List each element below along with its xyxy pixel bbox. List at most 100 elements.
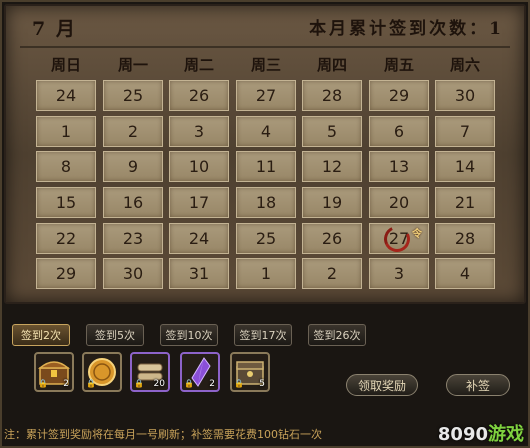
day-number: 19 xyxy=(321,193,343,212)
calendar-day-cell[interactable]: 28 xyxy=(435,223,495,254)
day-number: 23 xyxy=(122,229,144,248)
today-mark-icon xyxy=(380,222,414,256)
calendar-day-cell[interactable]: 4 xyxy=(435,258,495,289)
reward-row: 🔒 2 🔒 🔒 20 🔒 2 🔒 5 领取奖励 补签 xyxy=(0,352,530,412)
day-number: 15 xyxy=(55,193,77,212)
calendar-day-cell[interactable]: 25 xyxy=(103,80,163,111)
calendar-day-cell[interactable]: 2 xyxy=(103,116,163,147)
calendar-day-cell[interactable]: 9 xyxy=(103,151,163,182)
reward-tab[interactable]: 签到10次 xyxy=(160,324,218,346)
day-number: 30 xyxy=(122,264,144,283)
day-number: 25 xyxy=(122,86,144,105)
day-number: 17 xyxy=(188,193,210,212)
day-number: 18 xyxy=(255,193,277,212)
reward-tab[interactable]: 签到17次 xyxy=(234,324,292,346)
calendar-day-cell[interactable]: 7 xyxy=(435,116,495,147)
calendar-day-cell[interactable]: 8 xyxy=(36,151,96,182)
monthly-signin-total: 本月累计签到次数：1 xyxy=(309,19,504,39)
calendar-day-cell[interactable]: 15 xyxy=(36,187,96,218)
calendar-day-cell[interactable]: 27 令 xyxy=(369,222,429,256)
day-number: 4 xyxy=(459,264,471,283)
bound-lock-icon: 🔒 xyxy=(184,379,194,388)
day-number: 5 xyxy=(326,122,338,141)
calendar-day-cell[interactable]: 6 xyxy=(369,116,429,147)
reward-tab[interactable]: 签到2次 xyxy=(12,324,70,346)
day-number: 29 xyxy=(388,86,410,105)
day-number: 20 xyxy=(388,193,410,212)
weekday-label: 周六 xyxy=(449,56,480,74)
weekday-label: 周五 xyxy=(383,56,414,74)
day-number: 21 xyxy=(454,193,476,212)
day-number: 14 xyxy=(454,157,476,176)
day-number: 26 xyxy=(188,86,210,105)
calendar-day-cell[interactable]: 18 xyxy=(236,187,296,218)
treasure-chest-icon[interactable]: 🔒 2 xyxy=(34,352,74,392)
calendar-day-cell[interactable]: 30 xyxy=(435,80,495,111)
ornate-chest-icon[interactable]: 🔒 5 xyxy=(230,352,270,392)
weekday-label: 周日 xyxy=(50,56,81,74)
day-number: 1 xyxy=(260,264,272,283)
resign-button[interactable]: 补签 xyxy=(446,374,510,396)
gold-coin-icon[interactable]: 🔒 xyxy=(82,352,122,392)
calendar-day-cell[interactable]: 17 xyxy=(169,187,229,218)
day-number: 4 xyxy=(260,122,272,141)
day-number: 2 xyxy=(326,264,338,283)
calendar-day-cell[interactable]: 3 xyxy=(169,116,229,147)
calendar-day-cell[interactable]: 10 xyxy=(169,151,229,182)
calendar-day-cell[interactable]: 29 xyxy=(369,80,429,111)
calendar-day-cell[interactable]: 3 xyxy=(369,258,429,289)
calendar-day-cell[interactable]: 23 xyxy=(103,223,163,254)
bound-lock-icon: 🔒 xyxy=(234,379,244,388)
day-number: 28 xyxy=(454,229,476,248)
reward-tab[interactable]: 签到5次 xyxy=(86,324,144,346)
calendar-day-cell[interactable]: 20 xyxy=(369,187,429,218)
claim-reward-button[interactable]: 领取奖励 xyxy=(346,374,418,396)
calendar-day-cell[interactable]: 25 xyxy=(236,223,296,254)
calendar-day-cell[interactable]: 24 xyxy=(169,223,229,254)
scroll-bundle-icon[interactable]: 🔒 20 xyxy=(130,352,170,392)
calendar-day-cell[interactable]: 24 xyxy=(36,80,96,111)
calendar-day-cell[interactable]: 16 xyxy=(103,187,163,218)
calendar-day-cell[interactable]: 13 xyxy=(369,151,429,182)
calendar-day-cell[interactable]: 14 xyxy=(435,151,495,182)
reward-qty: 2 xyxy=(63,379,69,389)
calendar-day-cell[interactable]: 30 xyxy=(103,258,163,289)
weekday-label: 周四 xyxy=(316,56,347,74)
today-marker-label: 令 xyxy=(412,229,422,240)
calendar-day-cell[interactable]: 27 xyxy=(236,80,296,111)
calendar-day-cell[interactable]: 11 xyxy=(236,151,296,182)
calendar-day-cell[interactable]: 22 xyxy=(36,223,96,254)
calendar-day-cell[interactable]: 12 xyxy=(302,151,362,182)
day-number: 7 xyxy=(459,122,471,141)
day-number: 13 xyxy=(388,157,410,176)
day-number: 8 xyxy=(60,157,72,176)
weekday-label: 周一 xyxy=(117,56,148,74)
day-number: 28 xyxy=(321,86,343,105)
month-label: 7 月 xyxy=(32,18,77,40)
day-number: 24 xyxy=(55,86,77,105)
reward-tab[interactable]: 签到26次 xyxy=(308,324,366,346)
calendar-day-cell[interactable]: 29 xyxy=(36,258,96,289)
footer-note: 注：累计签到奖励将在每月一号刷新；补签需要花费100钻石一次 xyxy=(4,428,322,441)
bound-lock-icon: 🔒 xyxy=(86,379,96,388)
calendar-day-cell[interactable]: 2 xyxy=(302,258,362,289)
calendar-day-cell[interactable]: 21 xyxy=(435,187,495,218)
bound-lock-icon: 🔒 xyxy=(134,379,144,388)
reward-qty: 2 xyxy=(209,379,215,389)
calendar-day-cell[interactable]: 5 xyxy=(302,116,362,147)
calendar-day-cell[interactable]: 28 xyxy=(302,80,362,111)
day-number: 16 xyxy=(122,193,144,212)
calendar-day-cell[interactable]: 31 xyxy=(169,258,229,289)
day-number: 26 xyxy=(321,229,343,248)
day-number: 12 xyxy=(321,157,343,176)
weekday-label: 周二 xyxy=(183,56,214,74)
calendar-day-cell[interactable]: 1 xyxy=(236,258,296,289)
calendar-day-cell[interactable]: 26 xyxy=(169,80,229,111)
calendar-day-cell[interactable]: 4 xyxy=(236,116,296,147)
weekday-label: 周三 xyxy=(250,56,281,74)
calendar-day-cell[interactable]: 1 xyxy=(36,116,96,147)
calendar-day-cell[interactable]: 26 xyxy=(302,223,362,254)
day-number: 9 xyxy=(127,157,139,176)
purple-crystal-icon[interactable]: 🔒 2 xyxy=(180,352,220,392)
calendar-day-cell[interactable]: 19 xyxy=(302,187,362,218)
